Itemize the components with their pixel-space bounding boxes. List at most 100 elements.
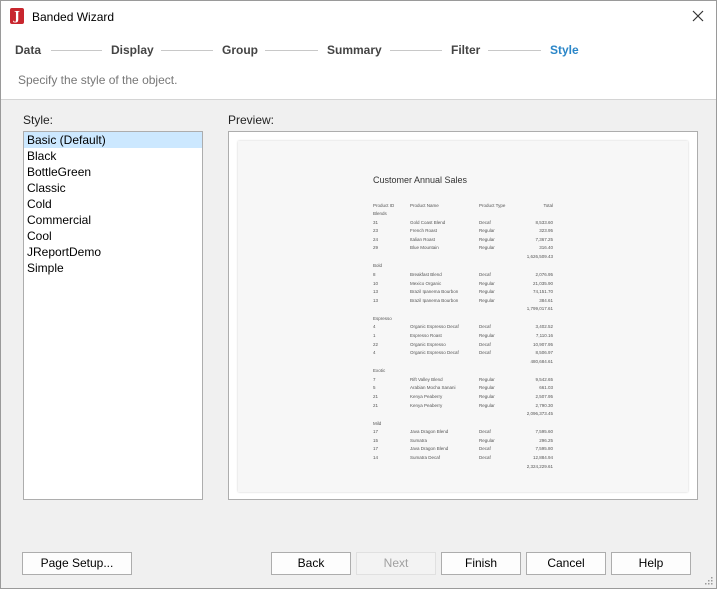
report-cell: 4	[373, 350, 376, 356]
step-connector	[265, 50, 318, 51]
report-cell: Mild	[373, 420, 382, 426]
report-row: 21 Kenya Peaberry Regular 2,507.95	[238, 393, 688, 401]
report-cell: 316.40	[539, 245, 553, 251]
style-item-commercial[interactable]: Commercial	[24, 212, 202, 228]
report-cell: Regular	[479, 376, 495, 382]
step-filter[interactable]: Filter	[451, 43, 480, 57]
report-cell: Espresso	[373, 315, 392, 321]
report-cell: 12,884.94	[532, 455, 553, 460]
step-connector	[488, 50, 541, 51]
wizard-header: Data Display Group Summary Filter Style …	[1, 32, 716, 100]
style-item-simple[interactable]: Simple	[24, 260, 202, 276]
report-row: 23 French Roast Regular 323.95	[238, 227, 688, 235]
report-cell: 2,324,229.61	[526, 463, 553, 469]
report-column-headers: Product ID Product Name Product Type Tot…	[238, 202, 688, 210]
report-cell: Regular	[479, 402, 495, 408]
style-item-jreportdemo[interactable]: JReportDemo	[24, 244, 202, 260]
report-cell: 2,790.30	[535, 402, 553, 408]
report-row: 22 Organic Espresso Decaf 10,907.95	[238, 341, 688, 349]
report-group-total: 480,684.61	[238, 358, 688, 366]
report-cell: 13	[373, 289, 379, 295]
report-cell: Regular	[479, 437, 495, 443]
step-group[interactable]: Group	[222, 43, 258, 57]
report-cell: Brazil Ipanema Bourbon	[410, 289, 459, 295]
back-button[interactable]: Back	[271, 552, 351, 575]
report-preview-page: Customer Annual Sales Product ID Product…	[238, 141, 688, 492]
report-group-header: Exotic	[238, 367, 688, 375]
report-cell: Kenya Peaberry	[410, 394, 443, 399]
report-cell: Regular	[479, 236, 495, 242]
style-item-classic[interactable]: Classic	[24, 180, 202, 196]
cancel-button[interactable]: Cancel	[526, 552, 606, 575]
report-cell: Decaf	[479, 350, 491, 356]
report-cell: 384.61	[539, 297, 553, 303]
report-cell: 17	[373, 429, 379, 435]
report-cell: 22	[373, 341, 379, 347]
report-row: 29 Blue Mountain Regular 316.40	[238, 244, 688, 252]
report-cell: 7,595.60	[535, 429, 553, 435]
help-button[interactable]: Help	[611, 552, 691, 575]
finish-button[interactable]: Finish	[441, 552, 521, 575]
report-cell: Breakfast Blend	[410, 272, 442, 277]
report-row: 10 Mexico Organic Regular 21,035.90	[238, 280, 688, 288]
report-cell: Java Dragon Blend	[410, 429, 449, 435]
report-row: 17 Java Dragon Blend Decaf 7,595.80	[238, 445, 688, 453]
style-item-cold[interactable]: Cold	[24, 196, 202, 212]
step-display[interactable]: Display	[111, 43, 154, 57]
step-summary[interactable]: Summary	[327, 43, 382, 57]
report-cell: Gold Coast Blend	[410, 219, 446, 225]
style-item-black[interactable]: Black	[24, 148, 202, 164]
report-row: 15 Sumatra Regular 296.25	[238, 437, 688, 445]
report-cell: Organic Espresso Decaf	[410, 350, 459, 356]
report-cell: Blends	[373, 211, 387, 216]
report-cell: 296.25	[539, 437, 553, 443]
report-cell: 17	[373, 446, 379, 452]
style-item-cool[interactable]: Cool	[24, 228, 202, 244]
report-cell: 323.95	[539, 228, 553, 234]
report-cell: Decaf	[479, 219, 491, 225]
report-group-header: Mild	[238, 420, 688, 428]
report-cell: 1,799,017.61	[526, 306, 553, 312]
page-setup-button[interactable]: Page Setup...	[22, 552, 132, 575]
report-cell: 7	[373, 376, 376, 382]
next-button[interactable]: Next	[356, 552, 436, 575]
report-cell: 10,907.95	[532, 341, 553, 347]
step-style[interactable]: Style	[550, 43, 579, 57]
report-cell: 4	[373, 324, 376, 330]
report-group-header: Blends	[238, 210, 688, 218]
report-cell: 31	[373, 219, 379, 225]
column-header: Product Name	[410, 203, 439, 208]
report-cell: 9,542.65	[535, 376, 553, 382]
close-button[interactable]	[686, 5, 710, 27]
style-list[interactable]: Basic (Default) Black BottleGreen Classi…	[23, 131, 203, 500]
resize-grip-icon[interactable]	[703, 575, 713, 585]
report-cell: 661.03	[539, 385, 553, 391]
report-row: 4 Organic Espresso Decaf Decaf 8,506.97	[238, 349, 688, 357]
report-cell: Regular	[479, 228, 495, 234]
style-label: Style:	[23, 113, 54, 127]
report-cell: 24	[373, 236, 379, 242]
step-data[interactable]: Data	[15, 43, 41, 57]
style-item-basic[interactable]: Basic (Default)	[24, 132, 202, 148]
report-cell: Decaf	[479, 324, 491, 330]
report-cell: 21,035.90	[532, 280, 553, 286]
report-cell: 8,533.60	[535, 219, 553, 225]
report-cell: Decaf	[479, 446, 491, 452]
report-group-header: Bold	[238, 262, 688, 270]
column-header: Total	[543, 203, 553, 208]
report-cell: 480,684.61	[530, 358, 553, 364]
report-cell: Organic Espresso	[410, 341, 446, 347]
report-cell: 21	[373, 402, 379, 408]
style-item-bottlegreen[interactable]: BottleGreen	[24, 164, 202, 180]
report-cell: Exotic	[373, 368, 386, 374]
report-row: 1 Espresso Roast Regular 7,110.16	[238, 332, 688, 340]
title-bar: J Banded Wizard	[1, 1, 716, 32]
report-cell: Regular	[479, 289, 495, 295]
report-cell: Regular	[479, 280, 495, 286]
report-row: 13 Brazil Ipanema Bourbon Regular 74,151.70	[238, 288, 688, 296]
report-cell: 29	[373, 245, 379, 251]
report-cell: Bold	[373, 263, 383, 269]
report-cell: 8,506.97	[535, 350, 553, 356]
report-cell: 7,367.25	[535, 236, 553, 242]
report-cell: 3,402.52	[535, 324, 553, 330]
